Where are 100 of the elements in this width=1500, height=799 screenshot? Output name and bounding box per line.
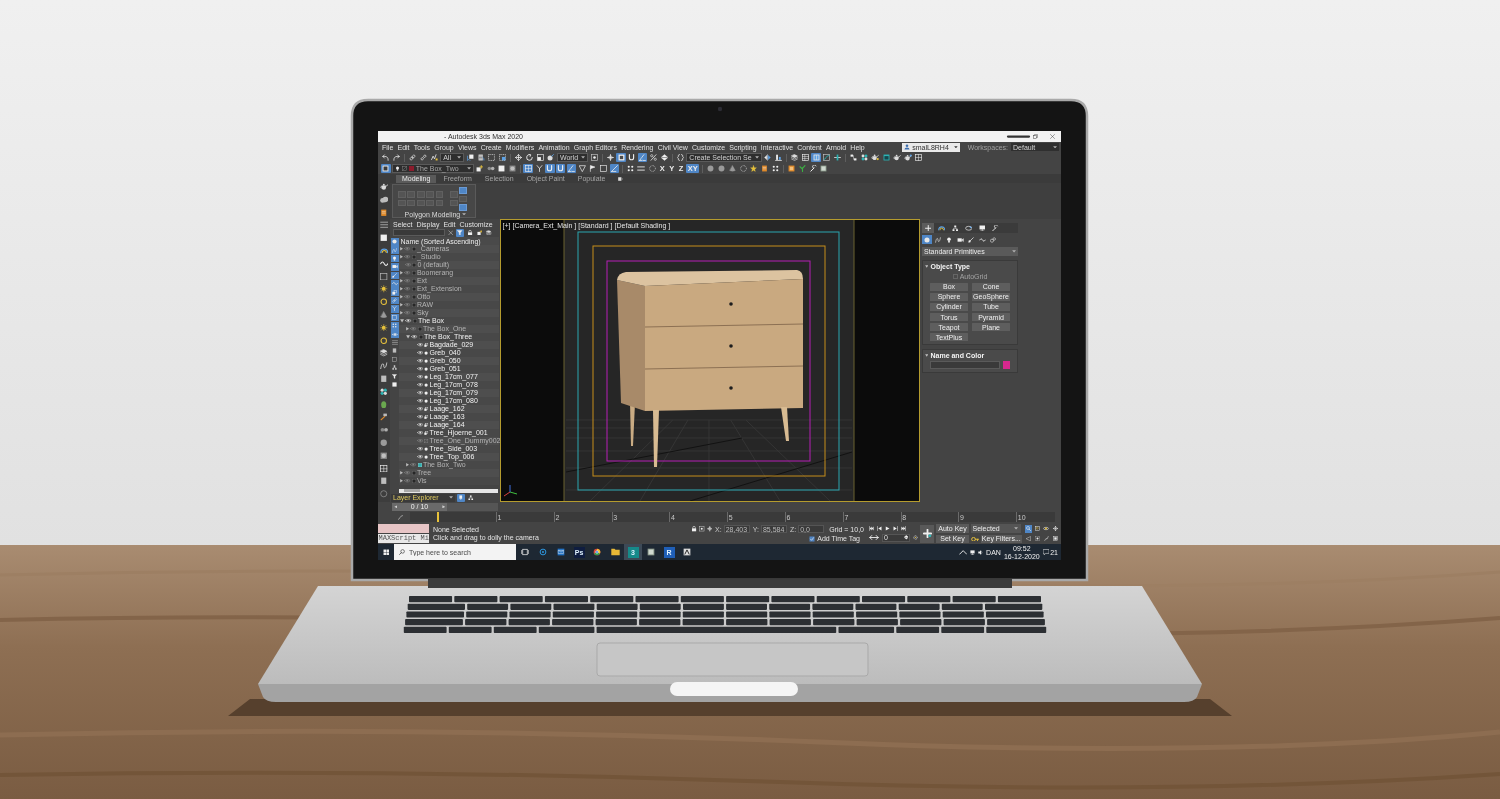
strip-button[interactable] xyxy=(380,208,388,217)
monitor-icon[interactable] xyxy=(970,549,976,555)
playback-button[interactable] xyxy=(877,525,882,531)
toolbar-button[interactable] xyxy=(819,163,829,174)
toolbar-button[interactable] xyxy=(705,163,716,174)
toolbar-button[interactable] xyxy=(555,163,566,174)
toolbar-button[interactable] xyxy=(789,152,800,163)
toolbar-button[interactable] xyxy=(637,152,648,163)
strip-button[interactable] xyxy=(380,234,388,242)
toolbar-button[interactable] xyxy=(535,152,545,163)
toolbar-button[interactable] xyxy=(513,152,524,163)
toolbar-button[interactable] xyxy=(577,163,587,174)
category-button[interactable] xyxy=(977,235,987,244)
speaker-icon[interactable] xyxy=(978,549,984,555)
filter-button[interactable] xyxy=(390,347,399,355)
filter-button[interactable] xyxy=(390,330,399,338)
strip-button[interactable] xyxy=(380,387,388,396)
playback-button[interactable] xyxy=(901,525,906,531)
filter-button[interactable] xyxy=(390,313,399,322)
filter-button[interactable] xyxy=(390,246,399,254)
toolbar-button[interactable] xyxy=(599,163,609,174)
navigation-button[interactable] xyxy=(1024,525,1032,533)
collapsed-arrow-icon[interactable] xyxy=(400,471,404,475)
filter-button[interactable] xyxy=(390,271,399,280)
toolbar-button[interactable] xyxy=(797,163,807,174)
playback-button[interactable] xyxy=(885,525,890,531)
strip-button[interactable] xyxy=(380,285,388,293)
key-tangent-button[interactable] xyxy=(970,536,979,541)
filter-button[interactable] xyxy=(390,263,399,271)
category-button[interactable] xyxy=(955,235,965,244)
strip-button[interactable] xyxy=(380,349,388,357)
toolbar-button[interactable] xyxy=(759,163,770,174)
toolbar-button[interactable] xyxy=(381,152,391,163)
toolbar-button[interactable] xyxy=(496,163,507,174)
playback-button[interactable] xyxy=(893,525,898,531)
collapsed-arrow-icon[interactable] xyxy=(400,479,404,483)
expanded-arrow-icon[interactable] xyxy=(400,319,405,323)
filter-button[interactable] xyxy=(390,238,399,246)
toolbar-button[interactable] xyxy=(800,152,811,163)
toolbar-button[interactable] xyxy=(808,163,818,174)
toolbar-button[interactable] xyxy=(811,152,821,163)
navigation-button[interactable] xyxy=(1051,525,1059,533)
strip-button[interactable] xyxy=(380,413,388,421)
explorer-search-field[interactable] xyxy=(393,228,445,237)
strip-button[interactable] xyxy=(380,272,388,281)
category-button[interactable] xyxy=(944,235,954,244)
collapsed-arrow-icon[interactable] xyxy=(406,463,410,467)
toolbar-button[interactable] xyxy=(648,152,659,163)
time-configuration-button[interactable] xyxy=(913,535,918,540)
toolbar-button[interactable] xyxy=(616,152,626,163)
strip-button[interactable] xyxy=(380,477,388,485)
expanded-arrow-icon[interactable] xyxy=(406,335,411,339)
category-button[interactable] xyxy=(988,235,998,244)
collapsed-arrow-icon[interactable] xyxy=(400,303,404,307)
toolbar-button[interactable] xyxy=(627,152,637,163)
strip-button[interactable] xyxy=(379,195,389,204)
transform-mode-button[interactable] xyxy=(699,526,705,532)
toolbar-button[interactable] xyxy=(418,152,429,163)
filter-button[interactable] xyxy=(390,321,399,330)
strip-button[interactable] xyxy=(380,374,388,383)
toolbar-button[interactable] xyxy=(524,152,535,163)
toolbar-button[interactable] xyxy=(770,163,781,174)
toolbar-button[interactable] xyxy=(523,163,533,174)
toolbar-button[interactable] xyxy=(609,163,620,174)
toolbar-button[interactable] xyxy=(391,152,402,163)
filter-button[interactable] xyxy=(390,363,399,372)
explorer-tool-button[interactable] xyxy=(457,493,465,502)
toolbar-button[interactable] xyxy=(381,163,391,174)
explorer-tool-button[interactable] xyxy=(456,228,465,237)
strip-button[interactable] xyxy=(379,247,389,255)
toolbar-button[interactable] xyxy=(566,163,577,174)
tool-button[interactable] xyxy=(459,187,468,194)
toolbar-button[interactable] xyxy=(786,163,797,174)
toolbar-button[interactable] xyxy=(625,163,636,174)
key-mode-button[interactable] xyxy=(869,535,879,540)
toolbar-button[interactable] xyxy=(913,152,924,163)
toolbar-button[interactable] xyxy=(859,152,870,163)
toolbar-button[interactable] xyxy=(833,152,843,163)
navigation-button[interactable] xyxy=(1042,534,1050,542)
filter-button[interactable] xyxy=(390,254,399,263)
category-button[interactable] xyxy=(966,235,976,244)
toolbar-button[interactable] xyxy=(659,152,670,163)
navigation-button[interactable] xyxy=(1051,534,1059,542)
command-panel-tab[interactable] xyxy=(935,223,948,233)
set-keys-button[interactable] xyxy=(920,524,934,543)
explorer-tool-button[interactable] xyxy=(475,228,484,237)
toolbar-button[interactable] xyxy=(589,152,600,163)
toolbar-button[interactable] xyxy=(848,152,859,163)
command-panel-tab[interactable] xyxy=(962,223,975,233)
collapsed-arrow-icon[interactable] xyxy=(400,247,404,251)
strip-button[interactable] xyxy=(381,400,387,409)
navigation-button[interactable] xyxy=(1033,534,1041,542)
toolbar-button[interactable] xyxy=(546,152,556,163)
toolbar-button[interactable] xyxy=(534,163,544,174)
filter-button[interactable] xyxy=(390,288,399,296)
strip-button[interactable] xyxy=(380,451,388,460)
toolbar-button[interactable] xyxy=(716,163,727,174)
object-name-field[interactable] xyxy=(930,361,1000,370)
collapsed-arrow-icon[interactable] xyxy=(400,271,404,275)
collapsed-arrow-icon[interactable] xyxy=(400,287,404,291)
